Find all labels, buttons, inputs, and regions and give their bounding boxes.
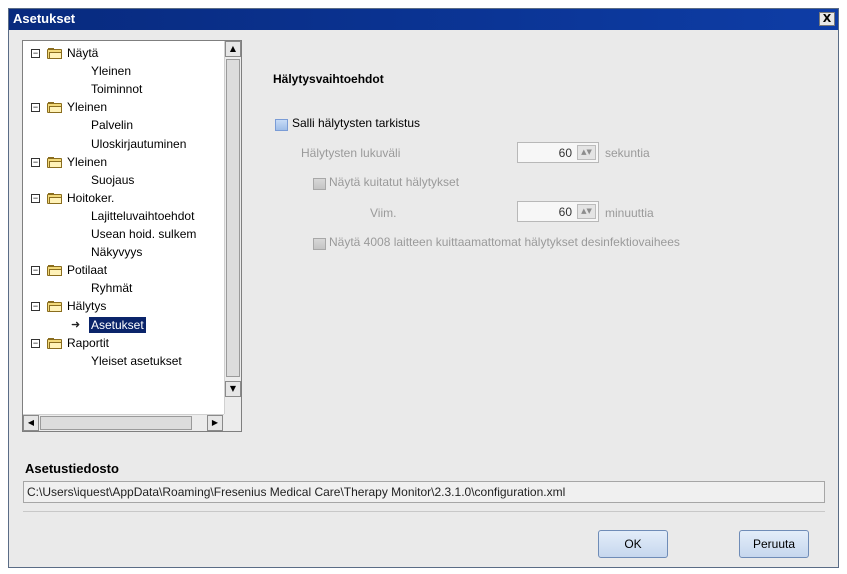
tree-item-yleinen[interactable]: Yleinen bbox=[91, 63, 131, 79]
folder-icon bbox=[47, 48, 62, 59]
tree-collapse-icon[interactable]: − bbox=[31, 158, 40, 167]
folder-icon bbox=[47, 338, 62, 349]
tree-collapse-icon[interactable]: − bbox=[31, 302, 40, 311]
folder-icon bbox=[47, 265, 62, 276]
alarm-options-title: Hälytysvaihtoehdot bbox=[273, 72, 384, 86]
last-minutes-value: 60 bbox=[558, 205, 572, 219]
tree-folder-hälytys[interactable]: Hälytys bbox=[67, 298, 106, 314]
scroll-right-button[interactable]: ▶ bbox=[207, 415, 223, 431]
tree-item-yleiset-asetukset[interactable]: Yleiset asetukset bbox=[91, 353, 182, 369]
settings-dialog: Asetukset X − Näytä Yleinen Toiminnot − Ylein… bbox=[8, 8, 839, 568]
tree-collapse-icon[interactable]: − bbox=[31, 194, 40, 203]
alarm-interval-stepper-icon[interactable]: ▲▼ bbox=[577, 145, 596, 160]
folder-icon bbox=[47, 193, 62, 204]
selected-arrow-icon: ➜ bbox=[71, 319, 81, 331]
divider bbox=[23, 511, 825, 512]
tree-collapse-icon[interactable]: − bbox=[31, 49, 40, 58]
title-bar[interactable]: Asetukset X bbox=[9, 9, 838, 30]
show-unacknowledged-checkbox[interactable] bbox=[313, 238, 326, 250]
last-minutes-unit: minuuttia bbox=[605, 206, 654, 220]
scroll-left-button[interactable]: ◀ bbox=[23, 415, 39, 431]
show-acknowledged-label: Näytä kuitatut hälytykset bbox=[329, 175, 460, 189]
tree-collapse-icon[interactable]: − bbox=[31, 339, 40, 348]
tree-folder-näytä[interactable]: Näytä bbox=[67, 45, 98, 61]
config-file-title: Asetustiedosto bbox=[25, 461, 119, 476]
scroll-up-button[interactable]: ▲ bbox=[225, 41, 241, 57]
tree-item-suojaus[interactable]: Suojaus bbox=[91, 172, 134, 188]
scroll-down-button[interactable]: ▼ bbox=[225, 381, 241, 397]
last-minutes-stepper-icon[interactable]: ▲▼ bbox=[577, 204, 596, 219]
tree-collapse-icon[interactable]: − bbox=[31, 266, 40, 275]
alarm-interval-spinner[interactable]: 60 ▲▼ bbox=[517, 142, 599, 163]
tree-folder-raportit[interactable]: Raportit bbox=[67, 335, 109, 351]
settings-tree: − Näytä Yleinen Toiminnot − Yleinen Palvelin Ul… bbox=[22, 40, 242, 432]
allow-alarm-check-checkbox[interactable] bbox=[275, 119, 288, 131]
tree-item-lajitteluvaihtoehdot[interactable]: Lajitteluvaihtoehdot bbox=[91, 208, 194, 224]
vertical-scroll-thumb[interactable] bbox=[226, 59, 240, 377]
last-label: Viim. bbox=[370, 206, 397, 220]
tree-item-ryhmät[interactable]: Ryhmät bbox=[91, 280, 132, 296]
close-button[interactable]: X bbox=[819, 12, 835, 26]
tree-horizontal-scrollbar[interactable]: ◀ ▶ bbox=[23, 414, 224, 431]
alarm-interval-unit: sekuntia bbox=[605, 146, 650, 160]
alarm-interval-label: Hälytysten lukuväli bbox=[301, 146, 401, 160]
folder-icon bbox=[47, 301, 62, 312]
config-file-path-field[interactable]: C:\Users\iquest\AppData\Roaming\Freseniu… bbox=[23, 481, 825, 503]
tree-item-usean-hoid-sulkem[interactable]: Usean hoid. sulkem bbox=[91, 226, 196, 242]
alarm-interval-value: 60 bbox=[558, 146, 572, 160]
show-acknowledged-checkbox[interactable] bbox=[313, 178, 326, 190]
window-title: Asetukset bbox=[13, 11, 76, 26]
folder-icon bbox=[47, 157, 62, 168]
tree-folder-yleinen[interactable]: Yleinen bbox=[67, 154, 107, 170]
scrollbar-corner bbox=[224, 414, 241, 431]
allow-alarm-check-label[interactable]: Salli hälytysten tarkistus bbox=[292, 116, 420, 130]
horizontal-scroll-thumb[interactable] bbox=[40, 416, 192, 430]
tree-folder-yleinen[interactable]: Yleinen bbox=[67, 99, 107, 115]
ok-button[interactable]: OK bbox=[598, 530, 668, 558]
tree-item-asetukset[interactable]: Asetukset bbox=[89, 317, 146, 333]
tree-item-toiminnot[interactable]: Toiminnot bbox=[91, 81, 142, 97]
cancel-button[interactable]: Peruuta bbox=[739, 530, 809, 558]
folder-icon bbox=[47, 102, 62, 113]
tree-item-palvelin[interactable]: Palvelin bbox=[91, 117, 133, 133]
last-minutes-spinner[interactable]: 60 ▲▼ bbox=[517, 201, 599, 222]
tree-folder-hoitoker-[interactable]: Hoitoker. bbox=[67, 190, 114, 206]
tree-item-näkyvyys[interactable]: Näkyvyys bbox=[91, 244, 142, 260]
tree-collapse-icon[interactable]: − bbox=[31, 103, 40, 112]
tree-item-uloskirjautuminen[interactable]: Uloskirjautuminen bbox=[91, 136, 186, 152]
tree-vertical-scrollbar[interactable]: ▲ ▼ bbox=[224, 41, 241, 415]
tree-content: − Näytä Yleinen Toiminnot − Yleinen Palvelin Ul… bbox=[23, 41, 224, 415]
show-unacknowledged-label: Näytä 4008 laitteen kuittaamattomat häly… bbox=[329, 235, 680, 249]
tree-folder-potilaat[interactable]: Potilaat bbox=[67, 262, 107, 278]
